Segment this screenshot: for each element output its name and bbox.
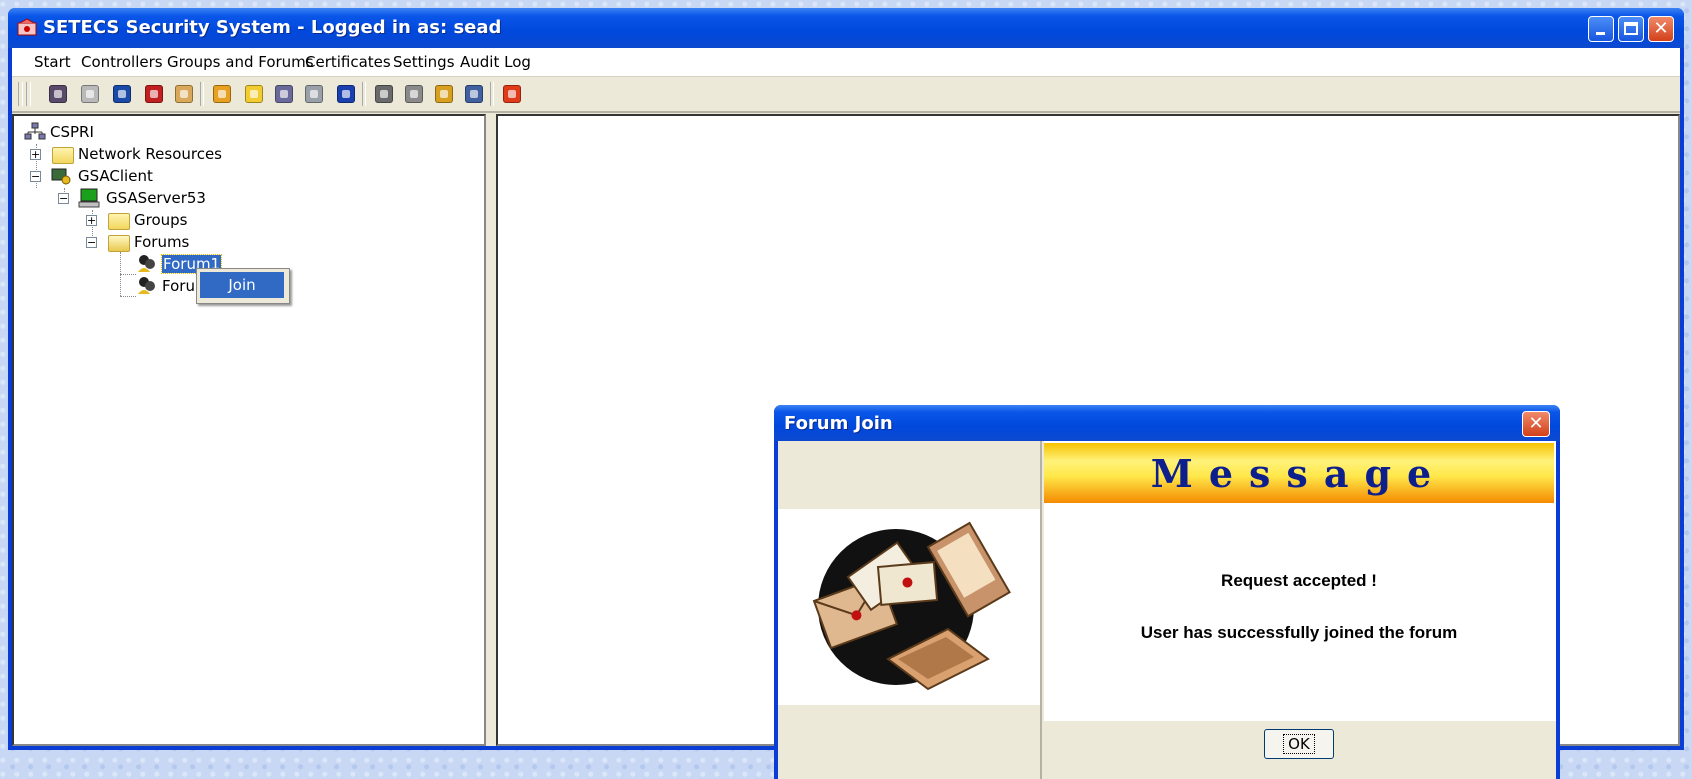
toolbar	[12, 77, 1680, 113]
menu-groups-and-forums[interactable]: Groups and Forums	[167, 53, 314, 71]
banner-title: Message	[1150, 451, 1448, 496]
dialog-title: Forum Join	[784, 413, 893, 434]
folder-forum-icon[interactable]	[242, 83, 266, 105]
forum-users-icon	[138, 277, 155, 294]
toolbar-grip[interactable]	[26, 82, 31, 106]
toolbar-grip[interactable]	[18, 82, 23, 106]
maximize-button[interactable]	[1618, 16, 1644, 42]
tree-connector	[120, 274, 136, 275]
minimize-icon	[1596, 32, 1605, 35]
menu-settings[interactable]: Settings	[393, 53, 455, 71]
collapse-icon[interactable]: −	[30, 171, 41, 182]
folder-icon	[108, 213, 130, 230]
collapse-icon[interactable]: −	[86, 237, 97, 248]
forum-users-icon	[138, 255, 155, 272]
users-group-icon[interactable]	[210, 83, 234, 105]
list-icon[interactable]	[372, 83, 396, 105]
tree-label-cspri: CSPRI	[50, 123, 94, 141]
power-icon[interactable]	[500, 83, 524, 105]
tree-connector	[120, 296, 136, 297]
directory-icon[interactable]	[78, 83, 102, 105]
network-root-icon	[24, 122, 46, 140]
mail-computer-illustration	[778, 509, 1040, 705]
expand-icon[interactable]: +	[86, 215, 97, 226]
dialog-close-button[interactable]: ✕	[1522, 411, 1550, 437]
book-icon[interactable]	[462, 83, 486, 105]
tree-pane[interactable]: CSPRI + Network Resources − GSAClient −	[12, 114, 486, 746]
message-line-1: Request accepted !	[1221, 571, 1377, 590]
close-icon: ✕	[1653, 18, 1669, 39]
network-icon[interactable]	[272, 83, 296, 105]
tree-label-gsaclient: GSAClient	[78, 167, 153, 185]
monitor-alert-icon[interactable]	[142, 83, 166, 105]
open-folder-icon	[108, 235, 130, 252]
collapse-icon[interactable]: −	[58, 193, 69, 204]
chart-icon[interactable]	[302, 83, 326, 105]
minimize-button[interactable]	[1588, 16, 1614, 42]
dialog-button-bar: OK	[1044, 721, 1556, 779]
message-line-2: User has successfully joined the forum	[1140, 623, 1458, 642]
menu-audit-log[interactable]: Audit Log	[460, 53, 531, 71]
toolbar-separator	[490, 82, 494, 106]
image-panel	[778, 441, 1042, 779]
folder-icon	[52, 147, 74, 164]
printer-icon[interactable]	[402, 83, 426, 105]
message-banner: Message	[1044, 443, 1554, 503]
close-icon: ✕	[1528, 413, 1544, 434]
forum-join-dialog: Forum Join ✕ Message Request accepted ! …	[774, 405, 1560, 779]
menu-controllers[interactable]: Controllers	[81, 53, 163, 71]
server-computer-icon	[78, 188, 100, 208]
ok-button[interactable]: OK	[1264, 729, 1334, 759]
client-key-icon	[51, 168, 71, 185]
dialog-title-bar[interactable]: Forum Join ✕	[774, 405, 1560, 441]
context-menu-join[interactable]: Join	[200, 272, 284, 298]
menu-certificates[interactable]: Certificates	[305, 53, 391, 71]
tree-label-gsaserver53: GSAServer53	[106, 189, 206, 207]
tree-label-network-resources: Network Resources	[78, 145, 223, 163]
close-button[interactable]: ✕	[1648, 16, 1674, 42]
context-menu: Join	[196, 268, 290, 304]
menu-start[interactable]: Start	[34, 53, 71, 71]
toolbar-separator	[362, 82, 366, 106]
dialog-body: Message Request accepted ! User has succ…	[778, 441, 1556, 779]
window-title: SETECS Security System - Logged in as: s…	[43, 17, 502, 38]
title-bar[interactable]: SETECS Security System - Logged in as: s…	[8, 8, 1684, 48]
expand-icon[interactable]: +	[30, 149, 41, 160]
toolbar-separator	[200, 82, 204, 106]
pane-splitter[interactable]	[488, 114, 494, 746]
message-panel: Message Request accepted ! User has succ…	[1044, 441, 1556, 779]
card-icon[interactable]	[172, 83, 196, 105]
ok-button-label: OK	[1283, 734, 1315, 754]
menu-bar: Start Controllers Groups and Forums Cert…	[12, 48, 1680, 77]
display-icon[interactable]	[432, 83, 456, 105]
maximize-icon	[1624, 22, 1638, 35]
user-certificate-icon[interactable]	[46, 83, 70, 105]
monitor-icon[interactable]	[110, 83, 134, 105]
tree-label-groups: Groups	[134, 211, 188, 229]
tree-label-forums: Forums	[134, 233, 190, 251]
app-icon	[17, 18, 37, 36]
refresh-icon[interactable]	[334, 83, 358, 105]
